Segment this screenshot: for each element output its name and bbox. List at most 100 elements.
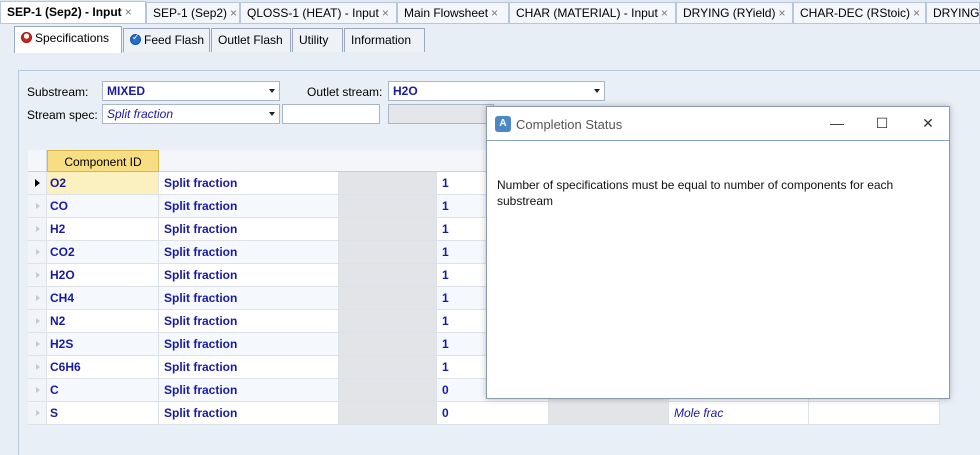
spec-type-cell[interactable]: Split fraction bbox=[159, 172, 339, 195]
units-cell[interactable]: Mole frac bbox=[669, 402, 809, 425]
tab-specifications[interactable]: Specifications bbox=[14, 26, 122, 53]
check-blue-icon bbox=[130, 32, 141, 45]
tab-information[interactable]: Information bbox=[344, 28, 425, 52]
component-id-cell[interactable]: S bbox=[47, 402, 159, 425]
disabled-cell bbox=[339, 333, 437, 356]
spec-value-cell[interactable]: 0 bbox=[437, 402, 549, 425]
row-header[interactable] bbox=[28, 402, 47, 425]
close-icon[interactable]: × bbox=[661, 6, 668, 20]
tab-label: Information bbox=[351, 33, 412, 47]
outlet-stream-label: Outlet stream: bbox=[307, 85, 383, 99]
spec-type-cell[interactable]: Split fraction bbox=[159, 402, 339, 425]
doc-tab-chardec-rstoic[interactable]: CHAR-DEC (RStoic) × bbox=[793, 2, 926, 23]
substream-select[interactable]: MIXED bbox=[102, 81, 280, 101]
tab-utility[interactable]: Utility bbox=[292, 28, 343, 52]
dialog-title-bar[interactable]: A Completion Status — ☐ ✕ bbox=[487, 107, 949, 141]
component-id-cell[interactable]: H2O bbox=[47, 264, 159, 287]
component-id-cell[interactable]: H2S bbox=[47, 333, 159, 356]
doc-tab-main-flowsheet[interactable]: Main Flowsheet × bbox=[397, 2, 509, 23]
component-id-cell[interactable]: N2 bbox=[47, 310, 159, 333]
document-tab-bar: SEP-1 (Sep2) - Input × SEP-1 (Sep2) × QLOS… bbox=[0, 0, 980, 24]
column-header-component-id[interactable]: Component ID bbox=[47, 150, 159, 172]
spec-type-cell[interactable]: Split fraction bbox=[159, 218, 339, 241]
spec-type-cell[interactable]: Split fraction bbox=[159, 356, 339, 379]
spec-type-cell[interactable]: Split fraction bbox=[159, 310, 339, 333]
disabled-cell bbox=[339, 241, 437, 264]
close-icon[interactable]: × bbox=[382, 6, 389, 20]
grid-corner bbox=[28, 150, 47, 172]
component-id-cell[interactable]: CH4 bbox=[47, 287, 159, 310]
component-id-cell[interactable]: O2 bbox=[47, 172, 159, 195]
doc-tab-char-input[interactable]: CHAR (MATERIAL) - Input × bbox=[509, 2, 676, 23]
doc-tab-drying[interactable]: DRYING bbox=[926, 2, 980, 23]
doc-tab-label: CHAR-DEC (RStoic) bbox=[800, 6, 911, 20]
component-id-cell[interactable]: C bbox=[47, 379, 159, 402]
row-header[interactable] bbox=[28, 333, 47, 356]
disabled-cell bbox=[339, 287, 437, 310]
doc-tab-label: SEP-1 (Sep2) - Input bbox=[7, 5, 122, 19]
substream-label: Substream: bbox=[27, 85, 89, 99]
spec-type-cell[interactable]: Split fraction bbox=[159, 287, 339, 310]
spec-type-cell[interactable]: Split fraction bbox=[159, 264, 339, 287]
tab-outlet-flash[interactable]: Outlet Flash bbox=[211, 28, 291, 52]
row-header[interactable] bbox=[28, 356, 47, 379]
maximize-button[interactable]: ☐ bbox=[867, 113, 897, 133]
row-header[interactable] bbox=[28, 379, 47, 402]
spec-type-cell[interactable]: Split fraction bbox=[159, 241, 339, 264]
component-id-cell[interactable]: C6H6 bbox=[47, 356, 159, 379]
doc-tab-label: QLOSS-1 (HEAT) - Input bbox=[247, 6, 379, 20]
row-marker-icon bbox=[36, 272, 40, 278]
stream-spec-select[interactable]: Split fraction bbox=[102, 104, 280, 124]
chevron-down-icon bbox=[269, 89, 275, 93]
row-header[interactable] bbox=[28, 241, 47, 264]
doc-tab-label: CHAR (MATERIAL) - Input bbox=[516, 6, 658, 20]
close-button[interactable]: ✕ bbox=[913, 113, 943, 133]
row-marker-icon bbox=[36, 226, 40, 232]
doc-tab-sep1[interactable]: SEP-1 (Sep2) × bbox=[146, 2, 240, 23]
chevron-down-icon bbox=[269, 112, 275, 116]
component-id-cell[interactable]: CO bbox=[47, 195, 159, 218]
stream-spec-units-box bbox=[388, 104, 494, 124]
outlet-stream-value: H2O bbox=[393, 84, 418, 98]
component-id-cell[interactable]: H2 bbox=[47, 218, 159, 241]
close-icon[interactable]: × bbox=[913, 6, 920, 20]
tab-feed-flash[interactable]: Feed Flash bbox=[123, 28, 210, 52]
spec-type-cell[interactable]: Split fraction bbox=[159, 379, 339, 402]
stream-spec-label: Stream spec: bbox=[27, 108, 98, 122]
disabled-cell bbox=[339, 356, 437, 379]
row-marker-icon bbox=[36, 341, 40, 347]
close-icon[interactable]: × bbox=[125, 5, 132, 19]
row-header[interactable] bbox=[28, 287, 47, 310]
doc-tab-sep1-input[interactable]: SEP-1 (Sep2) - Input × bbox=[0, 1, 146, 23]
row-header[interactable] bbox=[28, 195, 47, 218]
row-marker-icon bbox=[36, 203, 40, 209]
disabled-cell bbox=[339, 195, 437, 218]
doc-tab-qloss1-input[interactable]: QLOSS-1 (HEAT) - Input × bbox=[240, 2, 397, 23]
row-marker-icon bbox=[36, 249, 40, 255]
row-header[interactable] bbox=[28, 264, 47, 287]
current-row-icon bbox=[35, 179, 40, 187]
outlet-stream-select[interactable]: H2O bbox=[388, 81, 605, 101]
doc-tab-label: SEP-1 (Sep2) bbox=[153, 6, 228, 20]
close-icon[interactable]: × bbox=[778, 6, 785, 20]
row-header[interactable] bbox=[28, 172, 47, 195]
substream-value: MIXED bbox=[107, 84, 146, 98]
component-id-cell[interactable]: CO2 bbox=[47, 241, 159, 264]
spec-type-cell[interactable]: Split fraction bbox=[159, 195, 339, 218]
close-icon[interactable]: × bbox=[491, 6, 498, 20]
stream-spec-value: Split fraction bbox=[107, 107, 174, 121]
tab-label: Utility bbox=[299, 33, 329, 47]
stream-spec-value-input[interactable] bbox=[282, 104, 380, 124]
form-background bbox=[0, 52, 980, 70]
row-header[interactable] bbox=[28, 310, 47, 333]
disabled-cell bbox=[339, 172, 437, 195]
disabled-cell bbox=[339, 402, 437, 425]
minimize-button[interactable]: — bbox=[822, 113, 852, 133]
disabled-cell bbox=[339, 218, 437, 241]
doc-tab-drying-ryield[interactable]: DRYING (RYield) × bbox=[676, 2, 793, 23]
row-header[interactable] bbox=[28, 218, 47, 241]
close-icon[interactable]: × bbox=[230, 6, 237, 20]
doc-tab-label: Main Flowsheet bbox=[404, 6, 489, 20]
spec-type-cell[interactable]: Split fraction bbox=[159, 333, 339, 356]
table-row[interactable]: S Split fraction 0 Mole frac bbox=[28, 402, 940, 425]
